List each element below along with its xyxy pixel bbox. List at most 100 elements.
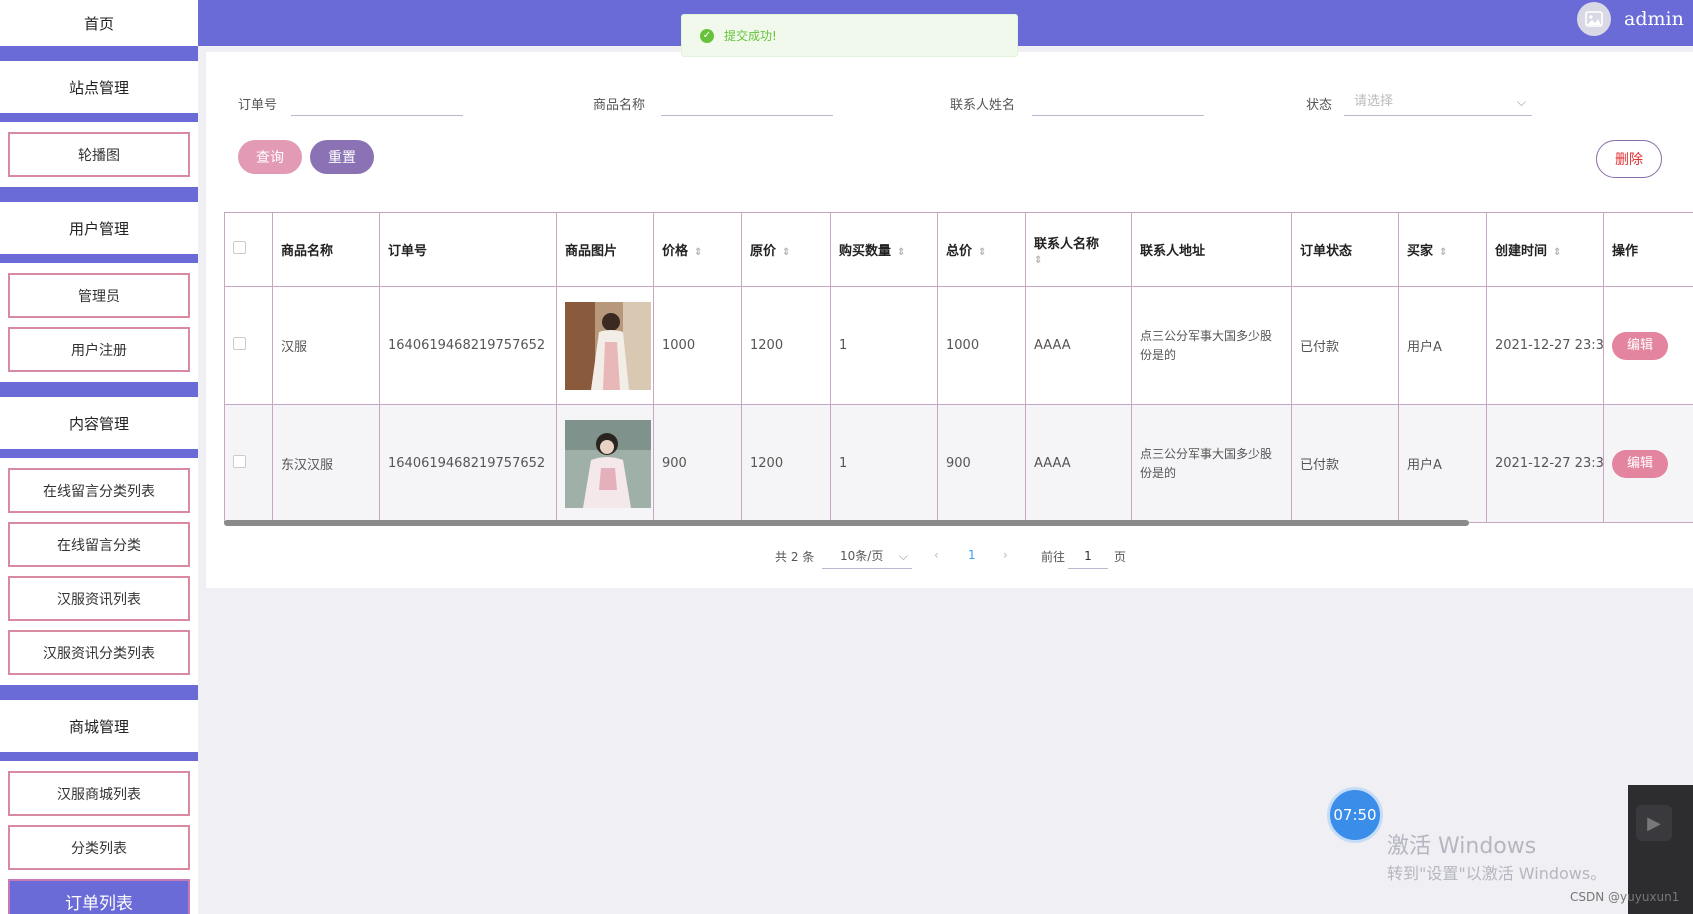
- sidebar-item-message-category[interactable]: 在线留言分类: [8, 522, 190, 567]
- sort-icon[interactable]: ⇕: [1439, 247, 1447, 258]
- sidebar-item-user-register[interactable]: 用户注册: [8, 327, 190, 372]
- column-header: 商品名称: [272, 212, 380, 287]
- status-label: 状态: [1306, 98, 1333, 113]
- column-header-label: 总价: [946, 244, 973, 259]
- contact-name-input[interactable]: [1032, 90, 1204, 116]
- username[interactable]: admin: [1624, 8, 1684, 30]
- row-checkbox[interactable]: [233, 455, 246, 468]
- cell-original-price: 1200: [741, 286, 831, 405]
- order-no-input[interactable]: [291, 90, 463, 116]
- row-checkbox[interactable]: [233, 337, 246, 350]
- reset-button[interactable]: 重置: [310, 140, 374, 174]
- sidebar-item-shop-list[interactable]: 汉服商城列表: [8, 771, 190, 816]
- sidebar-item-order-list[interactable]: 订单列表: [8, 879, 190, 914]
- delete-button[interactable]: 删除: [1596, 140, 1662, 178]
- column-header: 商品图片: [556, 212, 654, 287]
- sidebar-item-admins[interactable]: 管理员: [8, 273, 190, 318]
- cell-created: 2021-12-27 23:3: [1486, 404, 1604, 523]
- sidebar-item-news-list[interactable]: 汉服资讯列表: [8, 576, 190, 621]
- page-size-select[interactable]: 10条/页 ⌵: [822, 543, 912, 569]
- next-page-icon[interactable]: ›: [1003, 548, 1008, 562]
- page-size-value: 10条/页: [840, 549, 884, 563]
- column-header-label: 买家: [1407, 244, 1434, 259]
- sidebar-item-carousel[interactable]: 轮播图: [8, 132, 190, 177]
- cell-created: 2021-12-27 23:3: [1486, 286, 1604, 405]
- page-number-current[interactable]: 1: [968, 548, 976, 562]
- column-header-label: 价格: [662, 244, 689, 259]
- order-no-label: 订单号: [238, 98, 278, 113]
- chevron-down-icon: ⌵: [898, 549, 908, 563]
- goto-page-input[interactable]: 1: [1068, 543, 1108, 569]
- sidebar-divider: [0, 113, 198, 122]
- column-header[interactable]: 购买数量 ⇕: [830, 212, 938, 287]
- select-all-checkbox[interactable]: [233, 241, 246, 254]
- sidebar-group-content[interactable]: 内容管理: [0, 397, 198, 449]
- product-name-label: 商品名称: [593, 98, 646, 113]
- pagination-total: 共 2 条: [775, 550, 815, 564]
- cell-product-name: 汉服: [272, 286, 380, 405]
- product-image[interactable]: [565, 301, 651, 390]
- sidebar-divider: [0, 685, 198, 700]
- avatar[interactable]: [1577, 2, 1611, 36]
- column-header[interactable]: 创建时间 ⇕: [1486, 212, 1604, 287]
- cell-contact-address: 点三公分军事大国多少股份是的: [1131, 404, 1292, 523]
- sidebar: 首页 站点管理 轮播图 用户管理 管理员 用户注册 内容管理 在线留言分类列表 …: [0, 0, 198, 914]
- cell-price: 1000: [653, 286, 742, 405]
- sort-icon[interactable]: ⇕: [978, 247, 986, 258]
- query-button[interactable]: 查询: [238, 140, 302, 174]
- cell-product-name: 东汉汉服: [272, 404, 380, 523]
- sidebar-home[interactable]: 首页: [0, 0, 198, 46]
- column-header[interactable]: 买家 ⇕: [1398, 212, 1487, 287]
- cell-product-image: [556, 286, 654, 405]
- sidebar-divider: [0, 382, 198, 397]
- column-header[interactable]: 总价 ⇕: [937, 212, 1026, 287]
- timer-badge[interactable]: 07:50: [1327, 787, 1383, 843]
- column-header[interactable]: 原价 ⇕: [741, 212, 831, 287]
- column-header: 操作: [1603, 212, 1693, 287]
- edit-button[interactable]: 编辑: [1612, 449, 1668, 478]
- table-row: 东汉汉服 1640619468219757652 900 1200 1 900 …: [224, 404, 1693, 523]
- column-header: 订单状态: [1291, 212, 1399, 287]
- cell-contact-name: AAAA: [1025, 404, 1132, 523]
- sidebar-group-users[interactable]: 用户管理: [0, 202, 198, 254]
- sort-icon[interactable]: ⇕: [897, 247, 905, 258]
- product-image[interactable]: [565, 419, 651, 508]
- play-icon[interactable]: ▶: [1636, 805, 1672, 841]
- goto-label: 前往: [1041, 550, 1066, 564]
- product-name-input[interactable]: [661, 90, 833, 116]
- sidebar-divider: [0, 187, 198, 202]
- column-header: 订单号: [379, 212, 557, 287]
- status-select[interactable]: 请选择 ⌵: [1344, 90, 1532, 116]
- column-header[interactable]: 联系人名称 ⇕: [1025, 212, 1132, 287]
- cell-total: 1000: [937, 286, 1026, 405]
- sort-icon[interactable]: ⇕: [782, 247, 790, 258]
- cell-order-no: 1640619468219757652: [379, 286, 557, 405]
- sidebar-item-news-category-list[interactable]: 汉服资讯分类列表: [8, 630, 190, 675]
- sidebar-item-message-category-list[interactable]: 在线留言分类列表: [8, 468, 190, 513]
- cell-action: 编辑: [1603, 286, 1693, 405]
- column-header-label: 联系人名称: [1034, 236, 1100, 252]
- sidebar-divider: [0, 254, 198, 263]
- edit-button[interactable]: 编辑: [1612, 331, 1668, 360]
- cell-quantity: 1: [830, 286, 938, 405]
- sort-icon[interactable]: ⇕: [1034, 255, 1042, 266]
- prev-page-icon[interactable]: ‹: [934, 548, 939, 562]
- sidebar-group-shop[interactable]: 商城管理: [0, 700, 198, 752]
- sidebar-divider: [0, 46, 198, 61]
- cell-contact-address: 点三公分军事大国多少股份是的: [1131, 286, 1292, 405]
- orders-table: 商品名称 订单号 商品图片 价格 ⇕ 原价 ⇕ 购买数量 ⇕ 总价 ⇕ 联系人名称 ⇕ 联…: [224, 212, 1693, 534]
- table-horizontal-scrollbar[interactable]: [224, 520, 1469, 526]
- cell-status: 已付款: [1291, 404, 1399, 523]
- sort-icon[interactable]: ⇕: [694, 247, 702, 258]
- chevron-down-icon: ⌵: [1516, 95, 1526, 109]
- cell-price: 900: [653, 404, 742, 523]
- status-placeholder: 请选择: [1354, 94, 1394, 109]
- cell-buyer: 用户A: [1398, 286, 1487, 405]
- sort-icon[interactable]: ⇕: [1553, 247, 1561, 258]
- column-header-label: 创建时间: [1495, 244, 1548, 259]
- column-header[interactable]: 价格 ⇕: [653, 212, 742, 287]
- cell-action: 编辑: [1603, 404, 1693, 523]
- table-header-row: 商品名称 订单号 商品图片 价格 ⇕ 原价 ⇕ 购买数量 ⇕ 总价 ⇕ 联系人名称 ⇕ 联…: [224, 212, 1693, 287]
- sidebar-item-category-list[interactable]: 分类列表: [8, 825, 190, 870]
- sidebar-group-site[interactable]: 站点管理: [0, 61, 198, 113]
